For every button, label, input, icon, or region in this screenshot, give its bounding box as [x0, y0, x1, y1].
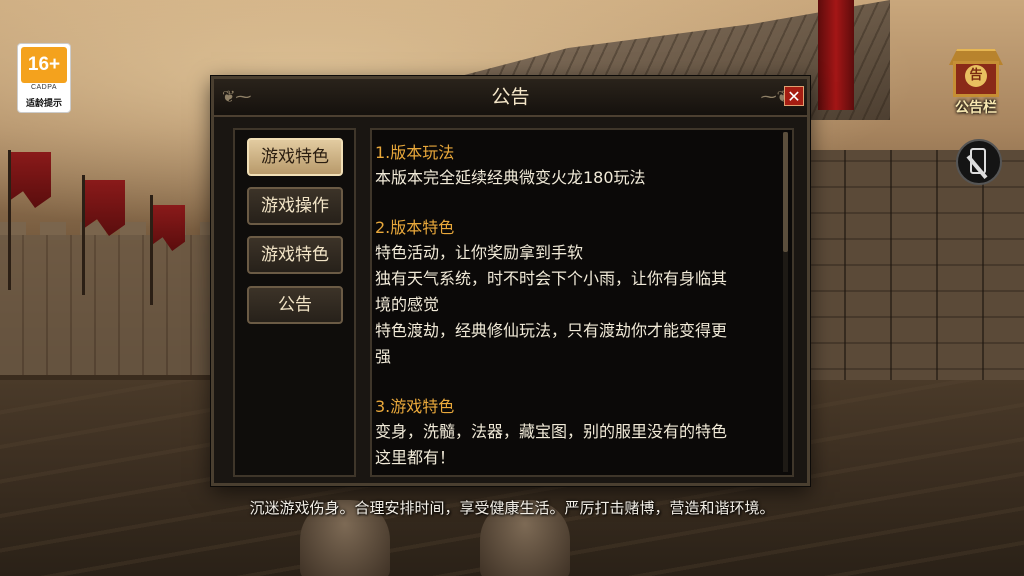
announcement-dialog: ❦⁓ 公告 ⁓❦ ✕ 游戏特色 游戏操作 游戏特色 公告 1.版本玩法 本版本完…: [211, 76, 810, 486]
dialog-title: 公告: [491, 86, 530, 108]
flag-pole: [82, 175, 85, 295]
ornament-right-icon: ⁓❦: [760, 87, 790, 106]
tab-panel: 游戏特色 游戏操作 游戏特色 公告: [233, 128, 356, 477]
section-title: 1.版本玩法: [375, 143, 455, 162]
section-line: 本版本完全延续经典微变火龙180玩法: [375, 168, 646, 187]
section-line: 这里都有！: [375, 448, 456, 467]
announcement-content[interactable]: 1.版本玩法 本版本完全延续经典微变火龙180玩法 2.版本特色 特色活动，让你…: [370, 128, 794, 477]
age-rating-org: CADPA: [30, 84, 58, 91]
phone-tool-button[interactable]: [956, 139, 1002, 185]
section-line: 强: [375, 347, 392, 366]
announcement-text: 1.版本玩法 本版本完全延续经典微变火龙180玩法 2.版本特色 特色活动，让你…: [375, 140, 780, 471]
red-pillar: [818, 0, 854, 110]
tab-game-controls[interactable]: 游戏操作: [247, 187, 343, 225]
section-line: 特色渡劫，经典修仙玩法，只有渡劫你才能变得更: [375, 321, 728, 340]
tab-game-features[interactable]: 游戏特色: [247, 138, 343, 176]
section-line: 特色活动，让你奖励拿到手软: [375, 243, 584, 262]
tab-announcement[interactable]: 公告: [247, 286, 343, 324]
dialog-header: ❦⁓ 公告 ⁓❦ ✕: [214, 79, 807, 117]
section-line: 变身，洗髓，法器，藏宝图，别的服里没有的特色: [375, 422, 728, 441]
age-rating-tip: 适龄提示: [25, 99, 62, 109]
section-line: 独有天气系统，时不时会下个小雨，让你有身临其: [375, 269, 728, 288]
scrollbar[interactable]: [783, 132, 788, 472]
age-rating-number: 16+: [21, 47, 67, 83]
age-rating-badge: 16+ CADPA 适龄提示: [17, 43, 71, 113]
health-advisory: 沉迷游戏伤身。合理安排时间，享受健康生活。严厉打击赌博，营造和谐环境。: [249, 499, 775, 517]
section-title: 3.游戏特色: [375, 397, 455, 416]
scrollbar-thumb[interactable]: [783, 132, 788, 252]
notice-coin-icon: 告: [965, 65, 987, 87]
notice-board-button[interactable]: 告 公告栏: [943, 47, 1009, 119]
flag-pole: [150, 195, 153, 305]
notice-board-label: 公告栏: [955, 100, 997, 116]
section-line: 境的感觉: [375, 295, 440, 314]
section-title: 2.版本特色: [375, 218, 455, 237]
close-button[interactable]: ✕: [784, 86, 804, 106]
tab-game-features-2[interactable]: 游戏特色: [247, 236, 343, 274]
flag-pole: [8, 150, 11, 290]
